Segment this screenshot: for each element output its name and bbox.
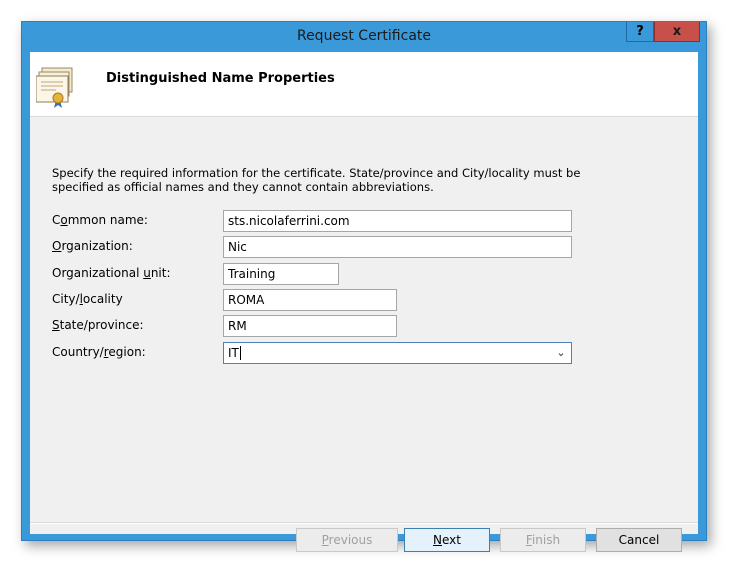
organization-input[interactable]: Nic [223,236,572,258]
organizational-unit-input[interactable]: Training [223,263,339,285]
previous-button[interactable]: Previous [296,528,398,552]
state-province-input[interactable]: RM [223,315,397,337]
country-region-select[interactable]: IT ⌄ [223,342,572,364]
description-text: Specify the required information for the… [52,166,581,194]
chevron-down-icon[interactable]: ⌄ [553,344,569,362]
dialog-client-area: Distinguished Name Properties Specify th… [30,52,698,552]
request-certificate-dialog: Request Certificate ? x Distinguished Na… [21,21,707,552]
common-name-label: Common name: [52,213,148,227]
country-region-label: Country/region: [52,345,146,359]
wizard-header: Distinguished Name Properties [30,52,698,117]
text-cursor [239,346,241,360]
close-button[interactable]: x [654,22,700,42]
certificate-icon [36,67,73,108]
organization-label: Organization: [52,239,133,253]
finish-button[interactable]: Finish [500,528,586,552]
country-region-value: IT [228,346,239,360]
city-locality-label: City/locality [52,292,123,306]
common-name-input[interactable]: sts.nicolaferrini.com [223,210,572,232]
title-bar[interactable]: Request Certificate ? x [22,22,706,52]
header-title: Distinguished Name Properties [106,71,335,86]
cancel-button[interactable]: Cancel [596,528,682,552]
state-province-label: State/province: [52,318,144,332]
city-locality-input[interactable]: ROMA [223,289,397,311]
next-button[interactable]: Next [404,528,490,552]
help-button[interactable]: ? [626,22,654,42]
organizational-unit-label: Organizational unit: [52,266,171,280]
window-title: Request Certificate [296,28,432,44]
footer-separator-highlight [30,523,698,524]
